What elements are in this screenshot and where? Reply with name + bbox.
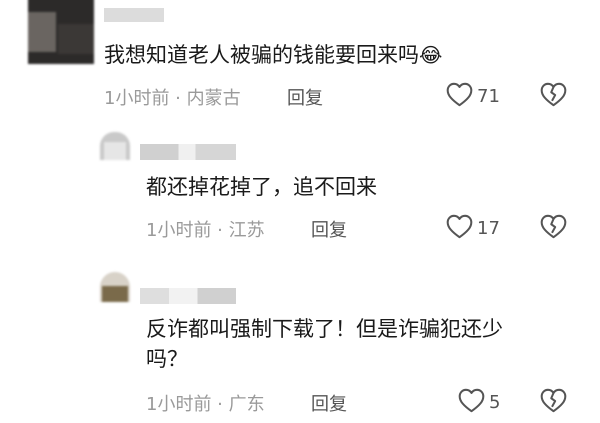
comment-meta: 1小时前 · 内蒙古 [104,88,241,109]
broken-heart-icon[interactable] [540,82,567,111]
avatar[interactable] [28,0,94,64]
reply-button[interactable]: 回复 [287,84,323,110]
username-redacted[interactable] [104,8,164,22]
avatar[interactable] [100,272,130,302]
like-button[interactable]: 5 [458,388,500,417]
like-button[interactable]: 71 [446,82,500,111]
like-count: 71 [477,86,500,107]
username-redacted[interactable] [140,288,236,304]
like-button[interactable]: 17 [446,214,500,243]
comment-text: 我想知道老人被骗的钱能要回来吗😂 [104,43,443,67]
broken-heart-icon[interactable] [540,388,567,417]
like-count: 5 [489,392,501,413]
comment-meta: 1小时前 · 江苏 [146,220,265,241]
comment-meta: 1小时前 · 广东 [146,394,265,415]
comment-text: 都还掉花掉了，追不回来 [146,175,377,199]
heart-outline-icon [458,388,485,417]
heart-outline-icon [446,214,473,243]
like-count: 17 [477,218,500,239]
comment-text: 反诈都叫强制下载了！但是诈骗犯还少 吗？ [146,317,503,371]
reply-button[interactable]: 回复 [311,390,347,416]
laughing-emoji-icon: 😂 [419,43,443,67]
reply-button[interactable]: 回复 [311,216,347,242]
username-redacted[interactable] [140,144,236,160]
avatar[interactable] [100,132,130,160]
broken-heart-icon[interactable] [540,214,567,243]
heart-outline-icon [446,82,473,111]
